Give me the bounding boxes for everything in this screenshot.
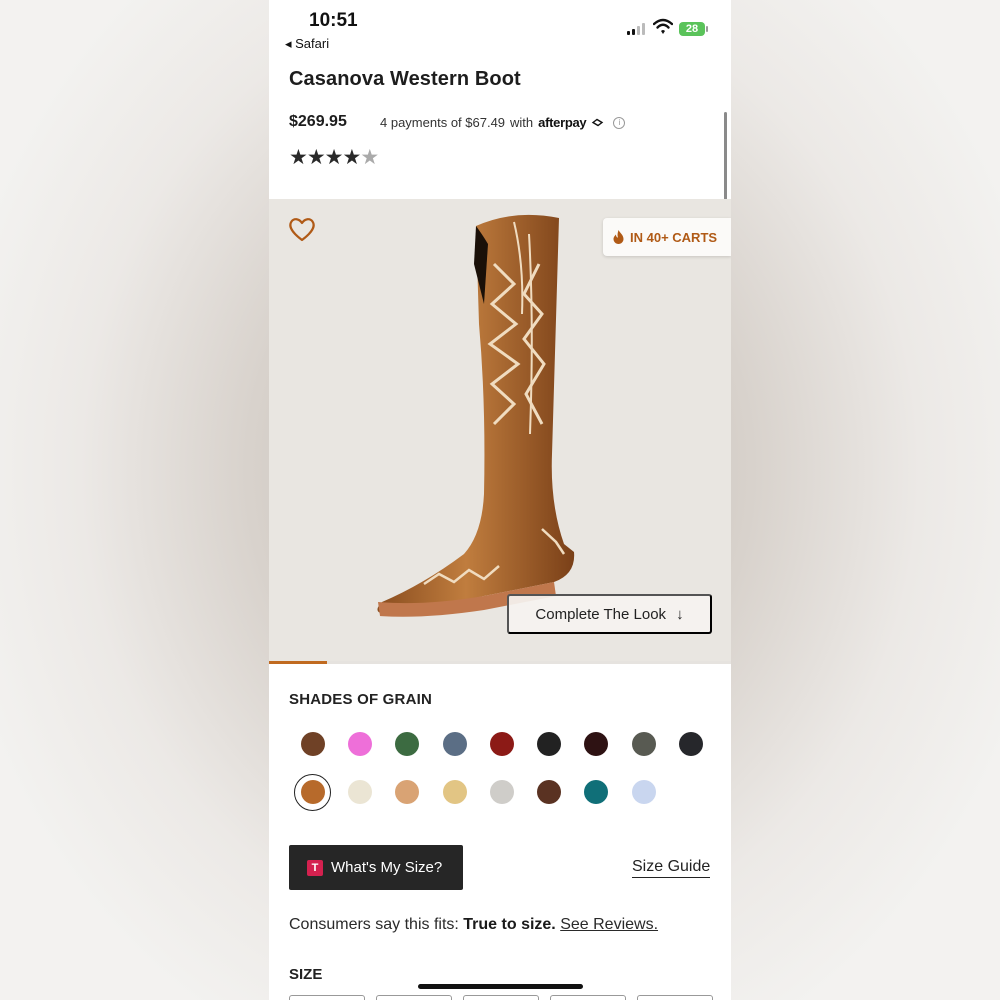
color-swatch-dot <box>347 780 372 804</box>
color-swatch-dot <box>347 732 372 756</box>
color-swatch-dot <box>631 780 656 804</box>
gallery-progress-bar <box>269 661 731 664</box>
size-heading: SIZE <box>289 966 323 983</box>
color-swatch-dot <box>489 780 514 804</box>
color-swatch[interactable] <box>336 725 383 763</box>
afterpay-arrows-icon <box>592 118 604 127</box>
color-swatch[interactable] <box>667 725 714 763</box>
fit-summary: Consumers say this fits: True to size. S… <box>289 916 658 934</box>
see-reviews-link[interactable]: See Reviews. <box>560 916 658 933</box>
size-option[interactable] <box>463 995 539 1000</box>
wishlist-heart-icon[interactable] <box>288 216 316 242</box>
color-swatch-dot <box>442 780 467 804</box>
boot-product-image <box>377 214 575 617</box>
product-price: $269.95 <box>289 113 347 130</box>
color-swatch[interactable] <box>384 725 431 763</box>
color-swatch[interactable] <box>478 725 525 763</box>
back-to-safari[interactable]: ◂ Safari <box>285 36 329 52</box>
size-option[interactable] <box>550 995 626 1000</box>
whats-my-size-label: What's My Size? <box>331 859 443 876</box>
color-swatch[interactable] <box>573 773 620 811</box>
swatch-row-1 <box>289 725 715 763</box>
afterpay-logo: afterpay <box>538 115 587 130</box>
product-image-gallery[interactable]: IN 40+ CARTS Complete The Look ↓ <box>269 199 731 661</box>
whats-my-size-button[interactable]: T What's My Size? <box>289 845 463 890</box>
color-swatch[interactable] <box>431 773 478 811</box>
color-swatch[interactable] <box>384 773 431 811</box>
status-time: 10:51 <box>309 10 358 31</box>
rating-full-stars: ★★★★ <box>289 146 361 169</box>
rating-half-star: ★ <box>360 146 379 169</box>
size-option[interactable] <box>637 995 713 1000</box>
complete-the-look-label: Complete The Look <box>535 605 667 623</box>
size-guide-link[interactable]: Size Guide <box>632 858 711 878</box>
color-swatch[interactable] <box>478 773 525 811</box>
home-indicator[interactable] <box>418 984 583 989</box>
fit-prefix: Consumers say this fits: <box>289 916 459 933</box>
color-swatch-dot <box>300 732 325 756</box>
afterpay-offer[interactable]: 4 payments of $67.49 with afterpay i <box>380 115 626 130</box>
t-logo-icon: T <box>307 859 323 876</box>
color-swatch-dot <box>584 732 609 756</box>
color-swatch-dot <box>631 732 656 756</box>
color-swatch[interactable] <box>289 725 336 763</box>
size-option[interactable] <box>289 995 365 1000</box>
arrow-down-icon: ↓ <box>676 605 684 623</box>
payments-with: with <box>510 115 534 130</box>
rating-stars[interactable]: ★★★★★ <box>289 145 379 170</box>
color-swatch-dot <box>537 780 562 804</box>
flame-icon <box>613 230 624 244</box>
color-swatch-dot <box>584 780 609 804</box>
color-swatch[interactable] <box>620 725 667 763</box>
phone-screen: 10:51 ◂ Safari 28 Casanova Western Boot … <box>269 0 731 1000</box>
in-carts-badge: IN 40+ CARTS <box>603 218 731 256</box>
color-swatch[interactable] <box>289 773 336 811</box>
complete-the-look-button[interactable]: Complete The Look ↓ <box>507 594 712 634</box>
color-swatch[interactable] <box>431 725 478 763</box>
selected-swatch-ring <box>294 774 331 811</box>
page-scrollbar[interactable] <box>724 112 727 200</box>
shades-heading: SHADES OF GRAIN <box>289 691 433 708</box>
color-swatch-dot <box>395 732 420 756</box>
color-swatch[interactable] <box>573 725 620 763</box>
color-swatch-dot <box>537 732 562 756</box>
in-carts-text: IN 40+ CARTS <box>630 229 718 245</box>
size-option[interactable] <box>376 995 452 1000</box>
cellular-signal-icon <box>627 23 645 35</box>
size-options <box>289 995 713 1000</box>
color-swatch[interactable] <box>525 773 572 811</box>
swatch-row-2 <box>289 773 667 811</box>
product-title: Casanova Western Boot <box>289 68 521 90</box>
info-icon[interactable]: i <box>613 116 626 129</box>
payments-text: 4 payments of $67.49 <box>380 115 506 130</box>
battery-icon: 28 <box>679 22 708 36</box>
gallery-progress-fill <box>269 661 327 664</box>
color-swatch-dot <box>395 780 420 804</box>
color-swatch-dot <box>679 732 704 756</box>
color-swatch[interactable] <box>620 773 667 811</box>
wifi-icon <box>653 18 673 34</box>
color-swatch[interactable] <box>525 725 572 763</box>
color-swatch-dot <box>489 732 514 756</box>
color-swatch-dot <box>442 732 467 756</box>
fit-value: True to size. <box>463 916 556 933</box>
color-swatch[interactable] <box>336 773 383 811</box>
